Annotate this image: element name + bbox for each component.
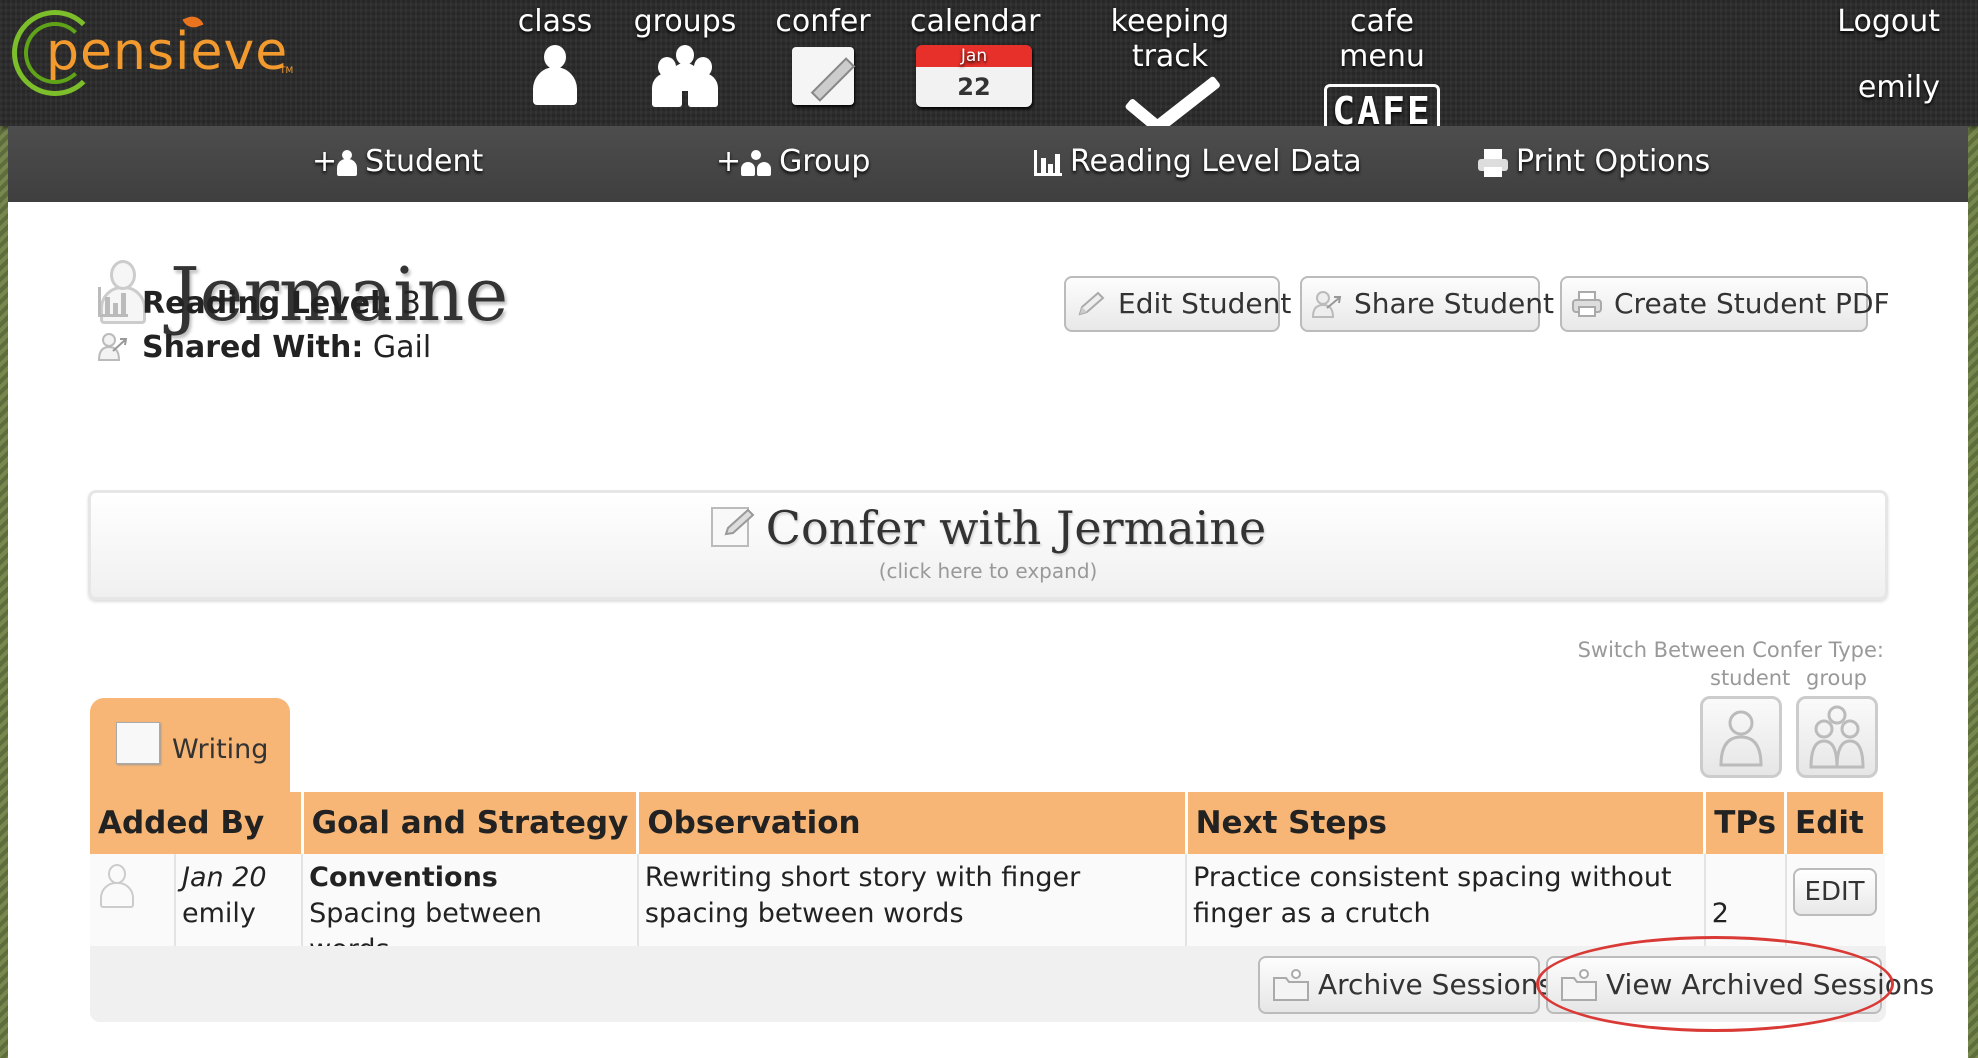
pensieve-logo[interactable]: pensieve TM [12,8,293,100]
share-student-button[interactable]: Share Student [1300,276,1554,332]
logo-text: pensieve [46,22,289,82]
share-student-label: Share Student [1354,287,1554,320]
nav-class[interactable]: class [510,0,600,105]
add-group-link[interactable]: + Group [716,144,870,179]
share-person-icon [1312,291,1342,318]
shared-with-label: Shared With: [142,330,364,365]
switch-student-button[interactable] [1700,696,1782,778]
share-person-icon [98,333,128,361]
header-added-by: Added By [90,792,304,854]
username-label: emily [1857,70,1940,105]
add-student-label: Student [365,144,484,179]
nav-cafe-menu[interactable]: cafe menu CAFE [1304,0,1460,136]
logo-trademark: TM [280,66,294,76]
archive-sessions-label: Archive Sessions [1318,968,1554,1001]
switch-student-label: student [1710,666,1791,690]
table-header-row: Added By Goal and Strategy Observation N… [90,792,1886,854]
logout-link[interactable]: Logout [1837,4,1940,39]
bar-chart-icon [98,287,128,317]
nav-confer[interactable]: confer [770,0,876,105]
folder-person-icon [1273,969,1309,1001]
tab-writing-label: Writing [172,734,269,765]
calendar-day: 22 [916,67,1032,107]
reading-level-data-link[interactable]: Reading Level Data [1034,144,1362,179]
reading-level-value: 3 [401,286,422,321]
add-student-prefix: + [312,144,338,179]
nav-class-label: class [517,4,593,39]
person-icon [531,45,579,105]
add-group-prefix: + [716,144,742,179]
printer-icon [1478,148,1508,177]
nav-confer-label: confer [775,4,871,39]
edit-session-button[interactable]: EDIT [1792,868,1877,916]
switch-group-button[interactable] [1796,696,1878,778]
notepad-icon [116,722,160,764]
create-student-pdf-label: Create Student PDF [1614,287,1890,320]
confer-title-text: Confer with Jermaine [765,501,1267,555]
row-author: emily [181,898,256,929]
reading-level-data-label: Reading Level Data [1070,144,1362,179]
printer-icon [1572,291,1602,317]
sub-navigation-bar: + Student + Group Reading Level Data Pri… [8,126,1968,202]
nav-groups-label: groups [633,4,737,39]
header-next-steps: Next Steps [1186,792,1707,854]
bar-chart-icon [1034,149,1062,176]
nav-cafe-menu-label: cafe menu [1339,4,1425,74]
confer-title: Confer with Jermaine [91,501,1885,555]
create-student-pdf-button[interactable]: Create Student PDF [1560,276,1890,332]
tab-writing[interactable]: Writing [90,698,290,792]
view-archived-sessions-label: View Archived Sessions [1606,968,1935,1001]
nav-keeping-track[interactable]: keeping track [1074,0,1266,144]
notepad-pencil-icon [792,47,856,105]
confer-expand-panel[interactable]: Confer with Jermaine (click here to expa… [88,490,1888,600]
switch-group-label: group [1806,666,1867,690]
nav-calendar-label: calendar [910,4,1041,39]
header-tps: TPs [1704,792,1788,854]
add-student-link[interactable]: + Student [312,144,483,179]
view-archived-sessions-button[interactable]: View Archived Sessions [1546,956,1934,1014]
header-goal-strategy: Goal and Strategy [302,792,640,854]
reading-level-label: Reading Level: [142,286,393,321]
shared-with-value: Gail [372,330,432,365]
group-icon [652,45,718,107]
calendar-icon: Jan 22 [916,45,1032,107]
calendar-month: Jan [916,45,1032,67]
group-icon [1809,705,1865,769]
print-options-link[interactable]: Print Options [1478,144,1710,179]
edit-student-label: Edit Student [1118,287,1292,320]
person-icon [100,864,134,910]
top-navigation-bar: pensieve TM class groups confer calendar… [0,0,1978,138]
row-goal: Conventions [309,862,498,893]
person-icon [337,149,358,176]
switch-confer-type-label: Switch Between Confer Type: [1577,638,1884,662]
reading-level-row: Reading Level: 3 [98,286,421,321]
row-date: Jan 20 [181,862,267,893]
edit-student-button[interactable]: Edit Student [1064,276,1291,332]
nav-calendar[interactable]: calendar Jan 22 [910,0,1041,107]
nav-keeping-track-label: keeping track [1110,4,1230,74]
header-edit: Edit [1785,792,1886,854]
folder-person-icon [1561,969,1597,1001]
notepad-pencil-icon [710,507,755,547]
archive-sessions-button[interactable]: Archive Sessions [1258,956,1553,1014]
nav-groups[interactable]: groups [630,0,740,107]
group-icon [741,149,772,176]
shared-with-row: Shared With: Gail [98,330,431,365]
person-icon [1719,710,1763,767]
sessions-footer: Archive Sessions View Archived Sessions [90,946,1934,1022]
print-options-label: Print Options [1516,144,1711,179]
confer-subtitle: (click here to expand) [878,559,1098,583]
header-observation: Observation [637,792,1188,854]
main-content: Jermaine Edit Student Share Student Crea… [8,202,1968,1058]
pencil-icon [1078,291,1105,316]
add-group-label: Group [779,144,871,179]
